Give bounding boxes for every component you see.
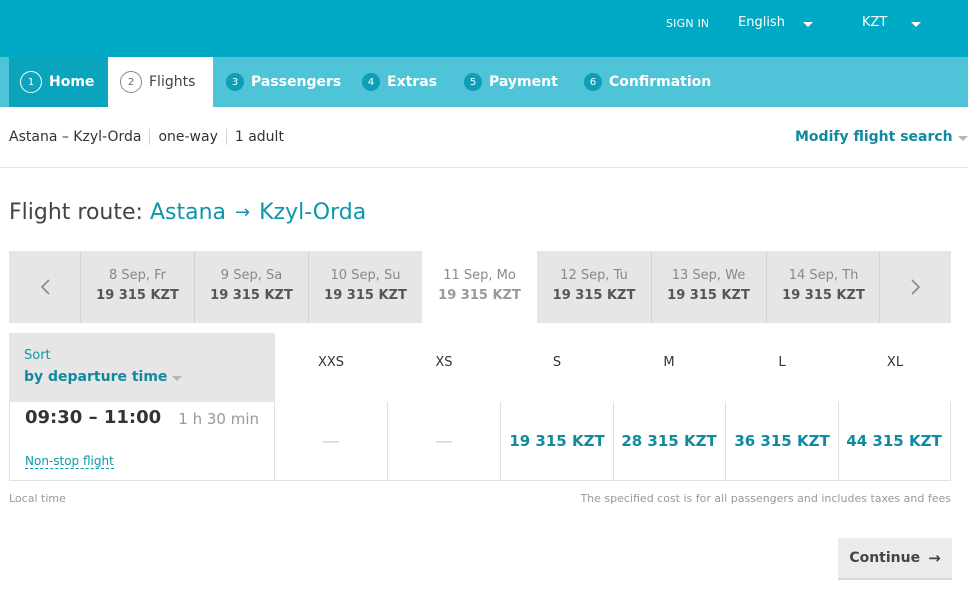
- step-label: Extras: [387, 74, 437, 90]
- sort-label: Sort: [24, 348, 51, 363]
- step-number: 1: [20, 71, 42, 93]
- fare-cell[interactable]: 19 315 KZT: [501, 402, 614, 481]
- date-price: 19 315 KZT: [667, 288, 750, 303]
- date-option[interactable]: 12 Sep, Tu 19 315 KZT: [537, 251, 651, 323]
- date-price: 19 315 KZT: [96, 288, 179, 303]
- fare-cell[interactable]: 28 315 KZT: [613, 402, 726, 481]
- step-label: Flights: [149, 74, 196, 90]
- divider: [0, 167, 968, 168]
- local-time-note: Local time: [9, 492, 66, 505]
- chevron-down-icon: [172, 375, 183, 381]
- fare-class-header: M: [663, 355, 675, 370]
- route-origin: Astana: [149, 200, 226, 225]
- arrow-right-icon: →: [235, 202, 251, 223]
- step-label: Passengers: [251, 74, 342, 90]
- sign-in-link[interactable]: SIGN IN: [666, 17, 709, 30]
- sort-value[interactable]: by departure time: [24, 369, 275, 385]
- sort-value-label: by departure time: [24, 369, 168, 385]
- flight-info: 09:30 – 11:00 1 h 30 min Non-stop flight: [9, 402, 275, 481]
- step-label: Payment: [489, 74, 558, 90]
- fare-class-header: S: [552, 355, 562, 370]
- continue-button[interactable]: Continue →: [838, 538, 952, 580]
- date-label: 8 Sep, Fr: [108, 268, 167, 283]
- step-home[interactable]: 1 Home: [9, 57, 108, 107]
- date-option-selected[interactable]: 11 Sep, Mo 19 315 KZT: [422, 251, 537, 323]
- currency-dropdown-icon[interactable]: [911, 22, 921, 27]
- step-number: 2: [120, 71, 142, 93]
- date-price: 19 315 KZT: [782, 288, 865, 303]
- date-price: 19 315 KZT: [552, 288, 636, 303]
- search-summary: Astana – Kzyl-Orda one-way 1 adult: [9, 129, 284, 145]
- date-option[interactable]: 9 Sep, Sa 19 315 KZT: [194, 251, 308, 323]
- summary-route: Astana – Kzyl-Orda: [9, 129, 142, 145]
- step-confirmation[interactable]: 6 Confirmation: [584, 57, 711, 107]
- currency-select[interactable]: KZT: [862, 15, 887, 30]
- date-option[interactable]: 13 Sep, We 19 315 KZT: [651, 251, 765, 323]
- step-number: 3: [226, 73, 244, 91]
- step-passengers[interactable]: 3 Passengers: [226, 57, 341, 107]
- date-label: 14 Sep, Th: [788, 268, 859, 283]
- prev-dates-button[interactable]: [9, 251, 81, 323]
- modify-search-label: Modify flight search: [795, 129, 953, 145]
- chevron-down-icon: [957, 135, 968, 141]
- modify-search-link[interactable]: Modify flight search: [795, 129, 968, 145]
- summary-trip-type: one-way: [158, 129, 218, 145]
- step-number: 4: [362, 73, 380, 91]
- step-label: Confirmation: [609, 74, 712, 90]
- date-selector: 8 Sep, Fr 19 315 KZT 9 Sep, Sa 19 315 KZ…: [9, 251, 951, 323]
- page-title: Flight route: Astana → Kzyl-Orda: [9, 200, 366, 225]
- date-option[interactable]: 14 Sep, Th 19 315 KZT: [766, 251, 880, 323]
- route-destination: Kzyl-Orda: [259, 200, 367, 225]
- date-price: 19 315 KZT: [438, 288, 521, 303]
- step-number: 5: [464, 73, 482, 91]
- date-label: 9 Sep, Sa: [220, 268, 283, 283]
- fare-class-header: XL: [886, 355, 904, 370]
- fare-cell[interactable]: 44 315 KZT: [838, 402, 951, 481]
- language-select[interactable]: English: [738, 15, 785, 30]
- date-label: 11 Sep, Mo: [443, 268, 516, 283]
- divider: [225, 129, 227, 145]
- fare-class-header: XS: [435, 355, 453, 370]
- fare-cell[interactable]: 36 315 KZT: [726, 402, 839, 481]
- date-price: 19 315 KZT: [210, 288, 293, 303]
- flight-time: 09:30 – 11:00: [25, 407, 162, 428]
- fare-class-header: L: [778, 355, 786, 370]
- step-number: 6: [584, 73, 602, 91]
- step-payment[interactable]: 5 Payment: [464, 57, 558, 107]
- date-option[interactable]: 8 Sep, Fr 19 315 KZT: [80, 251, 194, 323]
- step-label: Home: [49, 74, 95, 90]
- arrow-right-icon: →: [928, 549, 941, 567]
- fare-class-header: XXS: [317, 355, 345, 370]
- next-dates-button[interactable]: [879, 251, 951, 323]
- date-label: 12 Sep, Tu: [560, 268, 628, 283]
- booking-steps: 1 Home 2 Flights 3 Passengers 4 Extras 5…: [0, 57, 968, 107]
- flight-type-link[interactable]: Non-stop flight: [25, 454, 114, 469]
- top-bar: SIGN IN English KZT: [0, 0, 968, 57]
- date-option[interactable]: 10 Sep, Su 19 315 KZT: [308, 251, 422, 323]
- step-flights[interactable]: 2 Flights: [108, 57, 213, 107]
- sort-control[interactable]: Sort by departure time: [9, 333, 275, 402]
- route-prefix: Flight route:: [9, 200, 143, 225]
- language-dropdown-icon[interactable]: [803, 22, 813, 27]
- date-price: 19 315 KZT: [324, 288, 407, 303]
- summary-passengers: 1 adult: [234, 129, 284, 145]
- continue-label: Continue: [849, 550, 921, 566]
- fare-cell-unavailable: —: [388, 402, 501, 481]
- chevron-left-icon: [40, 279, 50, 295]
- date-label: 10 Sep, Su: [330, 268, 401, 283]
- date-label: 13 Sep, We: [671, 268, 746, 283]
- chevron-right-icon: [910, 279, 920, 295]
- divider: [149, 129, 151, 145]
- flight-duration: 1 h 30 min: [178, 410, 259, 428]
- cost-note: The specified cost is for all passengers…: [580, 492, 951, 505]
- fare-cell-unavailable: —: [275, 402, 388, 481]
- step-extras[interactable]: 4 Extras: [362, 57, 437, 107]
